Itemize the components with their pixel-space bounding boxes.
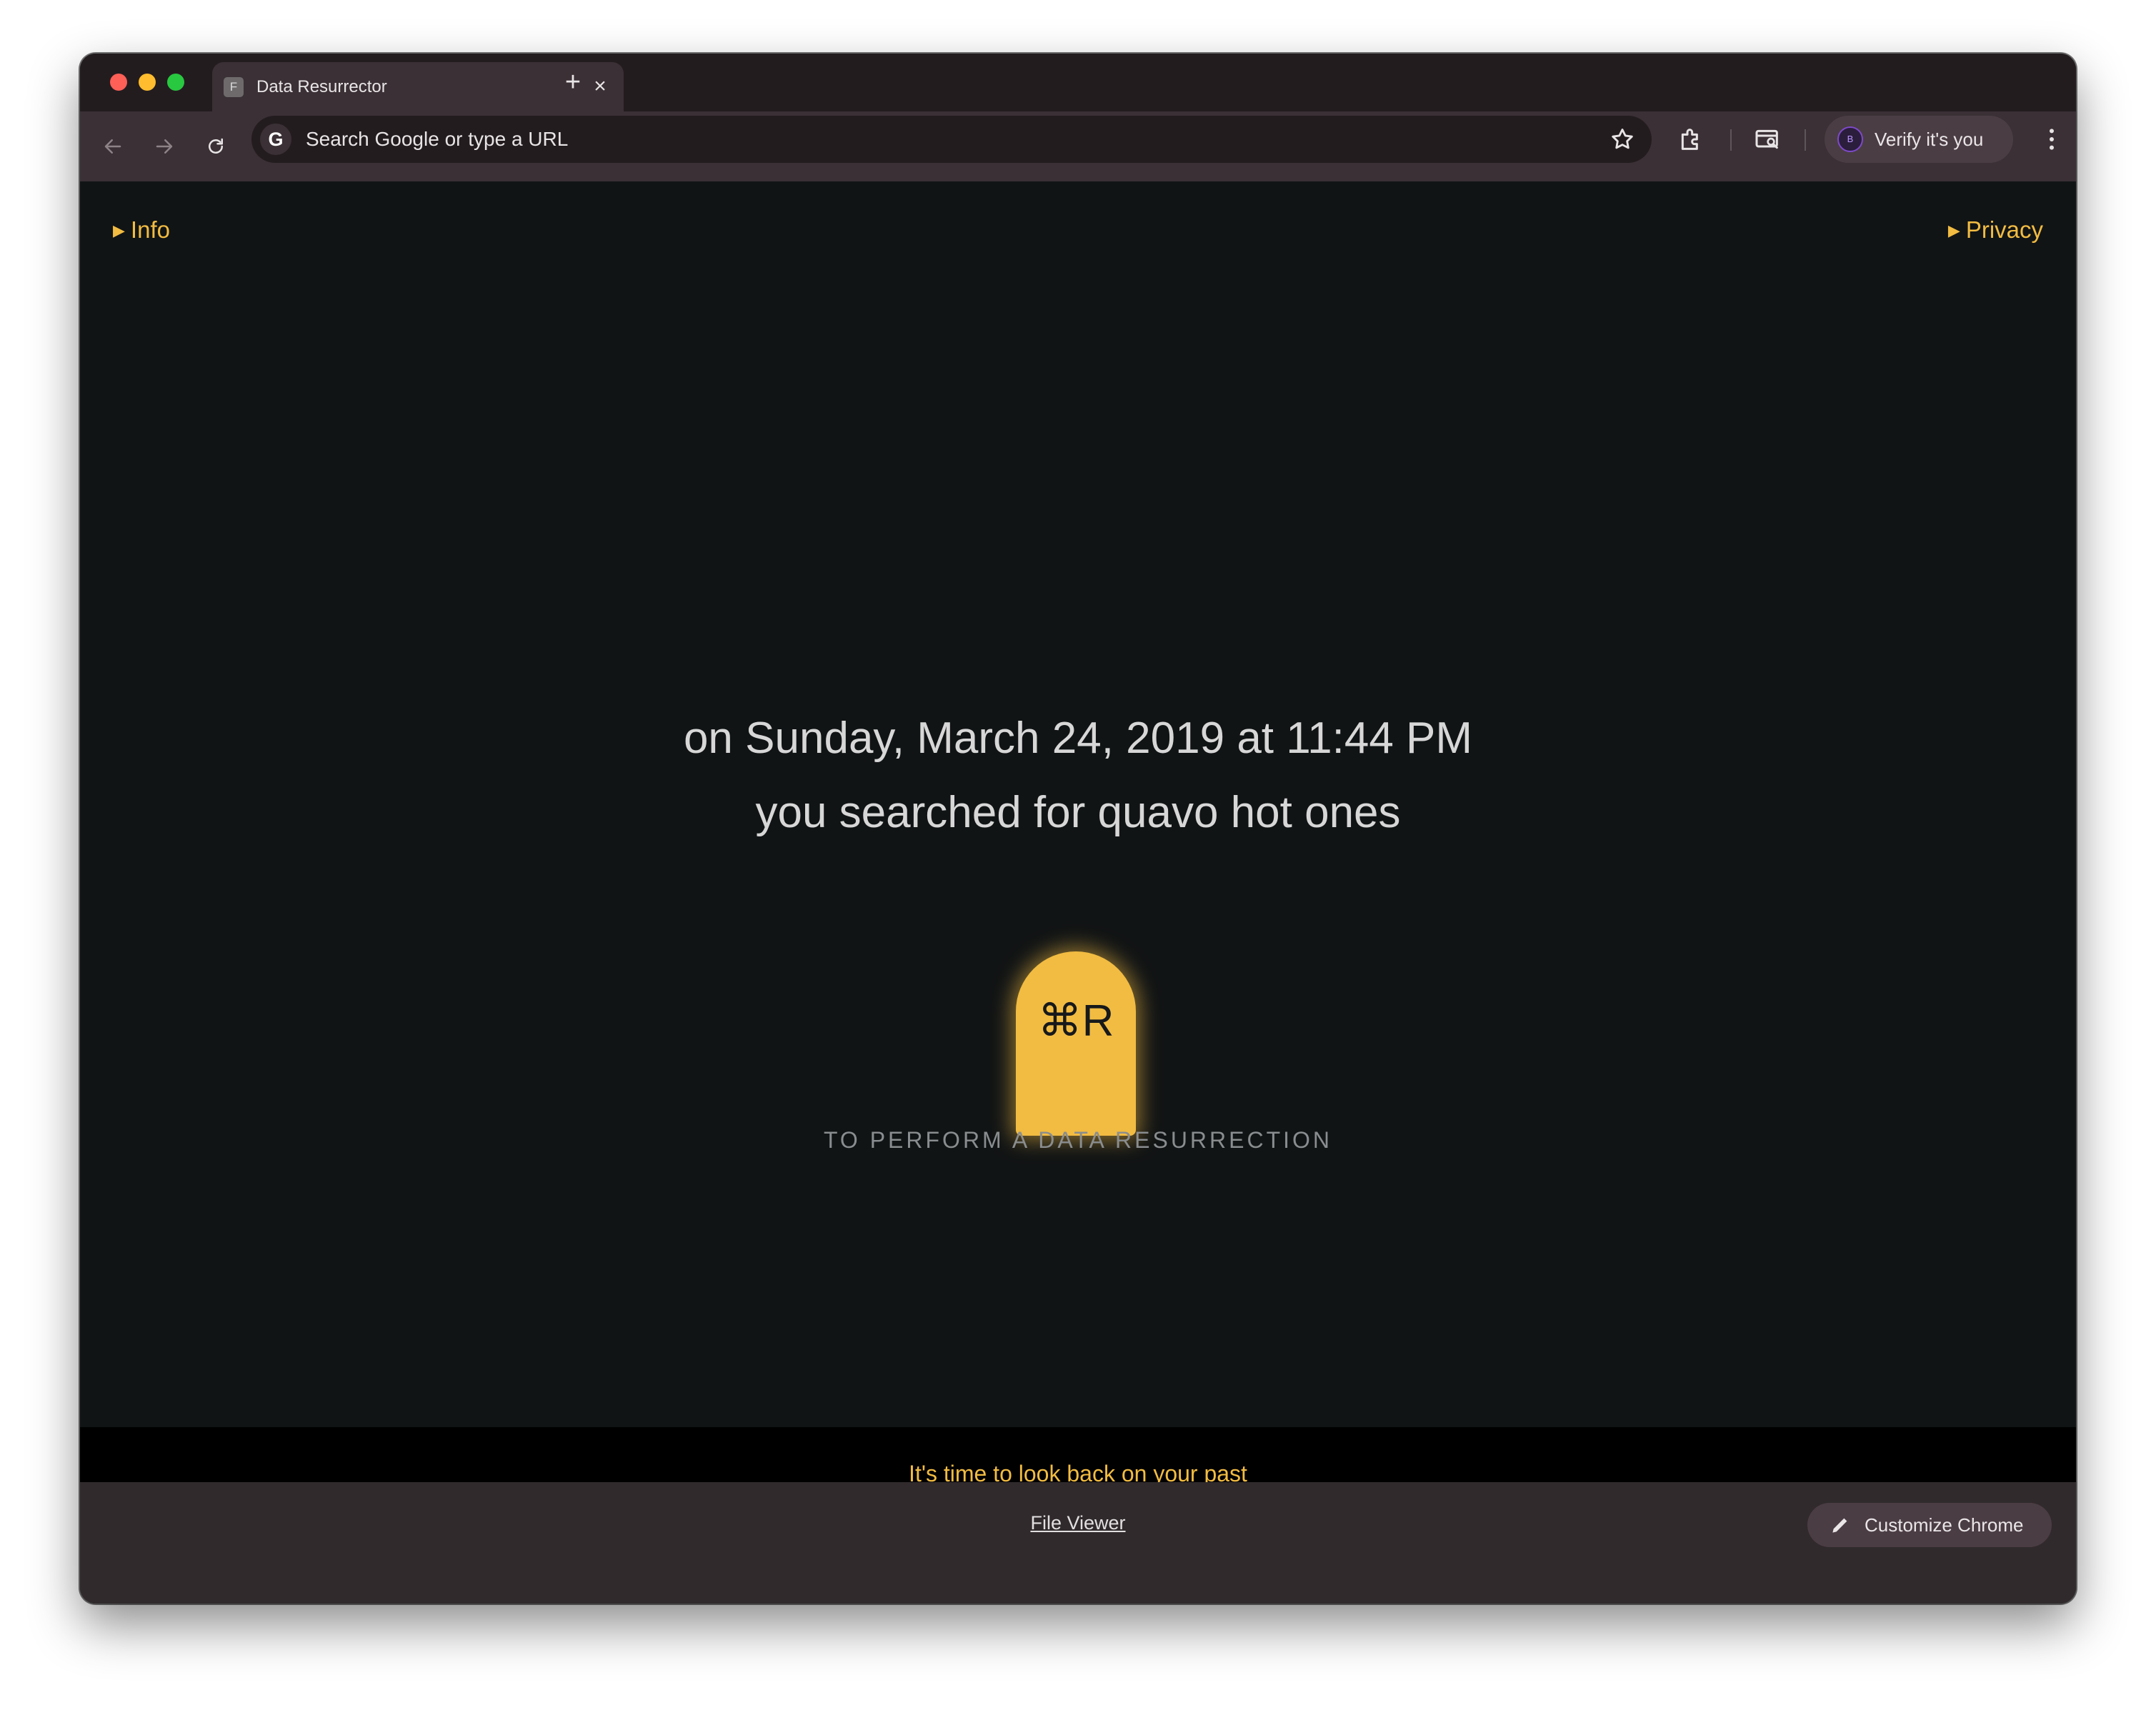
disclosure-triangle-icon: ▶ (1947, 221, 1960, 239)
info-toggle[interactable]: ▶ Info (113, 216, 170, 247)
tab-close-icon[interactable]: × (588, 74, 612, 99)
privacy-label: Privacy (1965, 216, 2043, 243)
tab-favicon-icon: F (224, 77, 244, 97)
maximize-window-button[interactable] (167, 74, 184, 91)
tombstone-resurrect-button[interactable]: ⌘R (1016, 951, 1136, 1136)
toolbar-divider (1805, 129, 1806, 151)
tab-title: Data Resurrector (256, 77, 387, 96)
search-query-headline: you searched for quavo hot ones (755, 788, 1401, 837)
tab-search-icon[interactable] (1753, 125, 1782, 154)
new-tab-button[interactable]: + (559, 68, 587, 96)
reload-icon[interactable] (199, 129, 233, 164)
tab-strip: F Data Resurrector × + (80, 54, 2076, 111)
shortcut-label: ⌘R (1037, 996, 1114, 1046)
omnibox[interactable]: G (251, 116, 1652, 163)
browser-window: F Data Resurrector × + G B Verify it's y… (80, 54, 2076, 1604)
customize-chrome-button[interactable]: Customize Chrome (1807, 1503, 2052, 1547)
toolbar-divider (1730, 129, 1732, 151)
profile-verify-button[interactable]: B Verify it's you (1825, 116, 2013, 163)
minimize-window-button[interactable] (139, 74, 156, 91)
resurrection-instruction: TO PERFORM A DATA RESURRECTION (823, 1127, 1333, 1153)
ntp-footer: File Viewer Customize Chrome (80, 1482, 2076, 1604)
close-window-button[interactable] (110, 74, 127, 91)
privacy-toggle[interactable]: ▶ Privacy (1948, 216, 2043, 247)
customize-chrome-label: Customize Chrome (1865, 1514, 2024, 1536)
verify-label: Verify it's you (1875, 129, 1984, 150)
search-date-headline: on Sunday, March 24, 2019 at 11:44 PM (683, 714, 1473, 763)
profile-avatar: B (1837, 126, 1863, 152)
page-content: ▶ Info ▶ Privacy on Sunday, March 24, 2019… (80, 181, 2076, 1581)
bookmark-star-icon[interactable] (1609, 126, 1636, 153)
google-g-icon: G (260, 124, 291, 155)
omnibox-input[interactable] (306, 116, 1520, 163)
back-arrow-icon[interactable] (96, 129, 130, 164)
info-label: Info (130, 216, 170, 243)
extensions-puzzle-icon[interactable] (1677, 125, 1705, 154)
pencil-icon (1832, 1518, 1847, 1533)
disclosure-triangle-icon: ▶ (113, 221, 125, 239)
forward-arrow-icon[interactable] (147, 129, 181, 164)
file-viewer-link[interactable]: File Viewer (80, 1482, 2076, 1564)
kebab-menu-icon[interactable] (2037, 125, 2066, 154)
